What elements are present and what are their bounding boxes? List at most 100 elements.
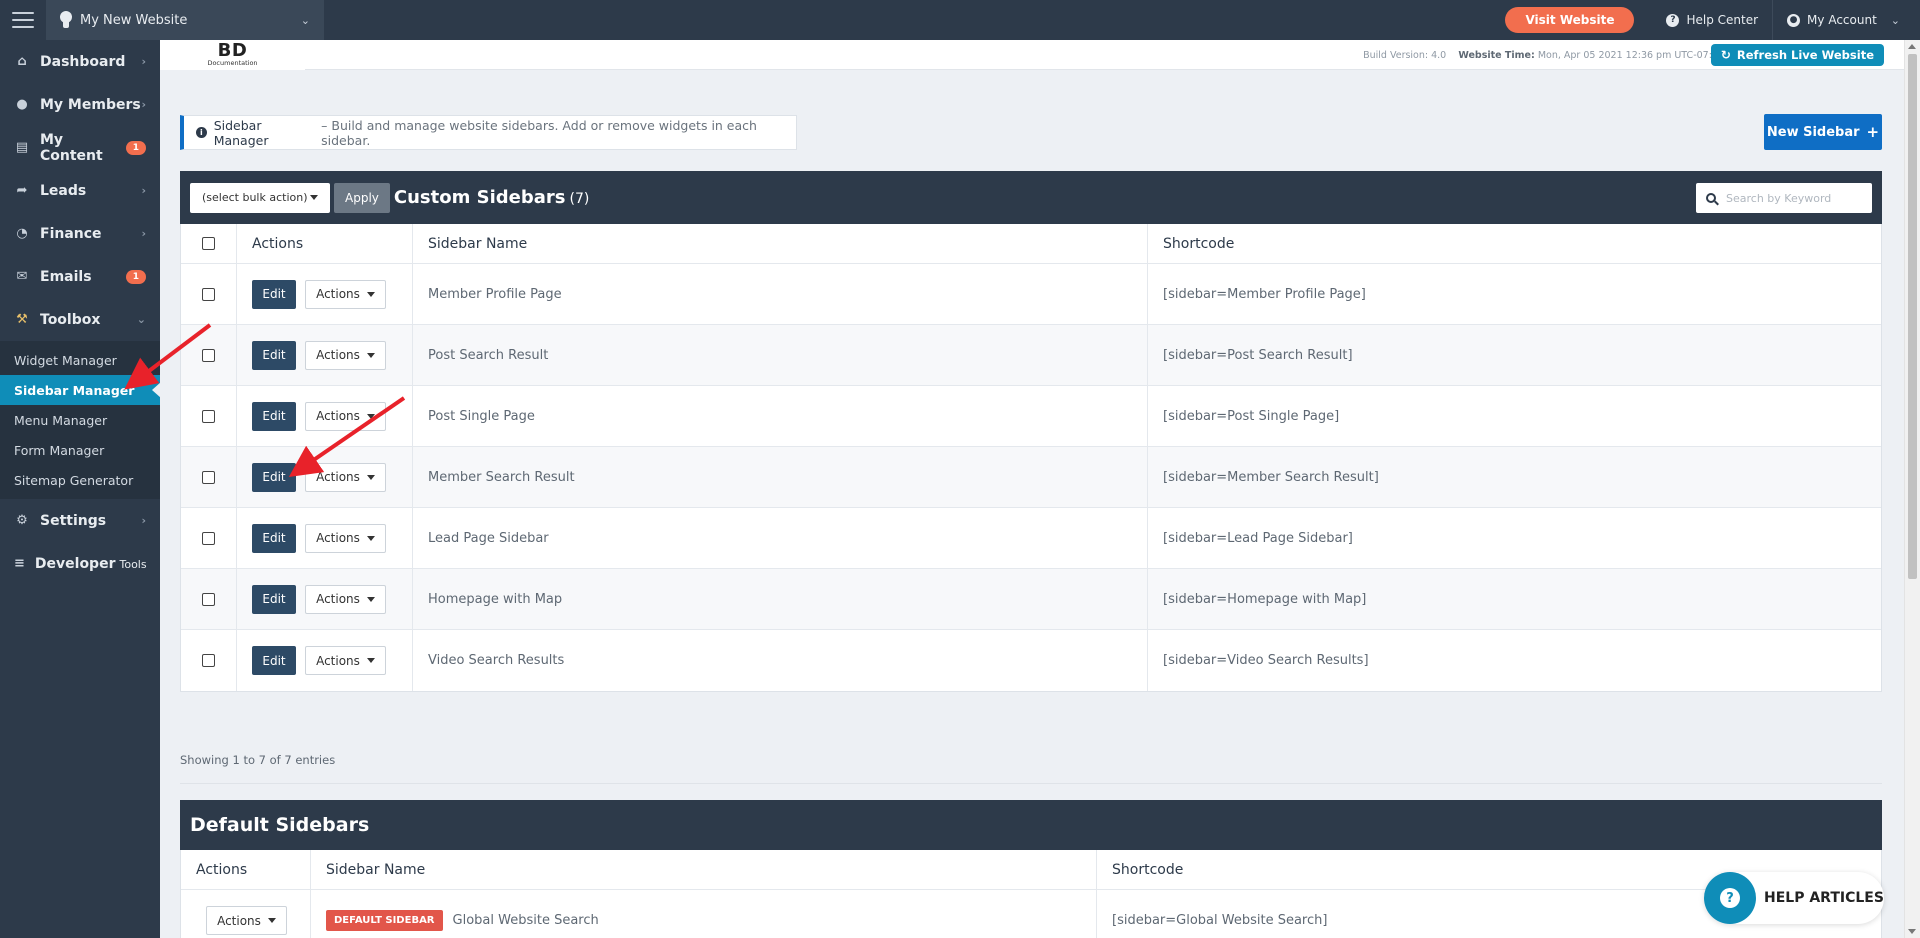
page-description: – Build and manage website sidebars. Add…	[321, 117, 757, 148]
row-checkbox[interactable]	[202, 654, 215, 667]
chevron-right-icon: ›	[141, 227, 146, 240]
nav-label: Settings	[40, 512, 107, 529]
sidebar-name: Lead Page Sidebar	[413, 508, 1148, 568]
home-icon: ⌂	[17, 54, 27, 69]
nav-label: Finance	[40, 225, 102, 242]
sub-item-sitemap-generator[interactable]: Sitemap Generator	[0, 465, 160, 495]
edit-button[interactable]: Edit	[252, 279, 296, 309]
menu-toggle-button[interactable]	[0, 0, 46, 40]
actions-dropdown-button[interactable]: Actions	[305, 340, 386, 370]
build-info: Build Version: 4.0 Website Time: Mon, Ap…	[1363, 50, 1724, 61]
folder-icon: ▤	[15, 140, 29, 155]
nav-settings[interactable]: ⚙ Settings ›	[0, 499, 160, 542]
column-header-sidebar-name[interactable]: Sidebar Name	[413, 224, 1148, 263]
actions-label: Actions	[316, 409, 360, 423]
actions-dropdown-button[interactable]: Actions	[206, 906, 287, 935]
page-title: Sidebar Manager	[213, 117, 269, 148]
nav-leads[interactable]: ➦ Leads ›	[0, 169, 160, 212]
sidebar-name: Global Website Search	[452, 913, 599, 928]
actions-dropdown-button[interactable]: Actions	[305, 279, 386, 309]
row-checkbox[interactable]	[202, 348, 215, 362]
panel-title-text: Custom Sidebars	[393, 187, 566, 208]
row-checkbox[interactable]	[202, 409, 215, 423]
nav-dashboard[interactable]: ⌂ Dashboard ›	[0, 40, 160, 83]
actions-label: Actions	[316, 531, 360, 545]
sub-item-form-manager[interactable]: Form Manager	[0, 435, 160, 465]
scroll-down-arrow-icon[interactable]	[1908, 929, 1916, 934]
nav-finance[interactable]: ◔ Finance ›	[0, 212, 160, 255]
row-checkbox[interactable]	[202, 470, 215, 484]
notification-badge: 1	[125, 269, 146, 284]
my-account-label: My Account	[1807, 13, 1877, 27]
bulk-action-value: (select bulk action)	[202, 191, 308, 204]
edit-button[interactable]: Edit	[252, 646, 296, 675]
visit-website-button[interactable]: Visit Website	[1505, 7, 1635, 33]
column-header-actions: Actions	[237, 224, 413, 263]
nav-my-content[interactable]: ▤ My Content 1	[0, 126, 160, 169]
bulk-action-select[interactable]: (select bulk action)	[190, 182, 330, 213]
search-input[interactable]	[1726, 191, 1866, 205]
actions-dropdown-button[interactable]: Actions	[305, 401, 386, 431]
apply-button[interactable]: Apply	[334, 182, 390, 213]
custom-sidebars-title: Custom Sidebars (7)	[394, 187, 589, 208]
sub-item-sidebar-manager[interactable]: Sidebar Manager	[0, 375, 161, 405]
nav-toolbox[interactable]: ⚒ Toolbox ⌄	[0, 298, 160, 341]
nav-developer-tools[interactable]: ≡ Developer Tools	[0, 542, 160, 585]
logo-subtext: Documentation	[207, 58, 258, 67]
caret-down-icon	[267, 918, 276, 923]
nav-emails[interactable]: ✉ Emails 1	[0, 255, 160, 298]
lightbulb-icon	[60, 11, 72, 29]
actions-dropdown-button[interactable]: Actions	[305, 646, 386, 675]
info-icon: i	[196, 127, 207, 138]
edit-button[interactable]: Edit	[252, 401, 296, 431]
scroll-thumb[interactable]	[1908, 54, 1917, 579]
scroll-up-arrow-icon[interactable]	[1908, 44, 1916, 49]
actions-dropdown-button[interactable]: Actions	[305, 462, 386, 492]
refresh-live-website-button[interactable]: ↻ Refresh Live Website	[1710, 44, 1884, 66]
default-sidebars-header: Default Sidebars	[180, 800, 1882, 850]
table-row: Edit Actions Post Single Page [sidebar=Po…	[181, 386, 1881, 447]
help-center-link[interactable]: ? Help Center	[1652, 0, 1772, 40]
help-articles-button[interactable]: ? HELP ARTICLES	[1704, 872, 1884, 924]
new-sidebar-button[interactable]: New Sidebar +	[1764, 114, 1882, 150]
actions-label: Actions	[316, 287, 360, 301]
left-sidebar: ⌂ Dashboard › ● My Members › ▤ My Conten…	[0, 40, 161, 938]
sidebar-count: (7)	[569, 191, 590, 207]
sub-item-widget-manager[interactable]: Widget Manager	[0, 345, 160, 375]
nav-label-small: Tools	[119, 557, 147, 571]
row-checkbox[interactable]	[202, 531, 215, 545]
actions-dropdown-button[interactable]: Actions	[305, 584, 386, 614]
brand-logo[interactable]: BD Documentation	[160, 39, 305, 70]
edit-button[interactable]: Edit	[252, 523, 296, 553]
chevron-right-icon: ›	[141, 514, 146, 527]
nav-my-members[interactable]: ● My Members ›	[0, 83, 160, 126]
row-checkbox[interactable]	[202, 592, 215, 606]
column-header-actions: Actions	[181, 850, 311, 889]
my-account-menu[interactable]: ● My Account ⌄	[1772, 0, 1920, 40]
edit-button[interactable]: Edit	[252, 340, 296, 370]
actions-dropdown-button[interactable]: Actions	[305, 523, 386, 553]
question-icon: ?	[1666, 13, 1680, 27]
section-divider	[180, 783, 1882, 784]
row-checkbox[interactable]	[202, 287, 215, 301]
entries-count: Showing 1 to 7 of 7 entries	[180, 753, 336, 767]
column-header-sidebar-name[interactable]: Sidebar Name	[311, 850, 1097, 889]
caret-down-icon	[310, 195, 318, 200]
table-row: Edit Actions Member Search Result [sideba…	[181, 447, 1881, 508]
custom-sidebars-table: Actions Sidebar Name Shortcode Edit Actio…	[180, 224, 1882, 692]
sidebar-name: Homepage with Map	[413, 569, 1148, 629]
refresh-icon: ↻	[1720, 48, 1731, 62]
edit-button[interactable]: Edit	[252, 462, 296, 492]
select-all-checkbox[interactable]	[202, 237, 215, 250]
edit-button[interactable]: Edit	[252, 584, 296, 614]
site-switcher[interactable]: My New Website ⌄	[46, 0, 324, 40]
sub-item-menu-manager[interactable]: Menu Manager	[0, 405, 160, 435]
table-row: Edit Actions Member Profile Page [sidebar…	[181, 264, 1881, 325]
chevron-right-icon: ›	[141, 98, 146, 111]
column-header-shortcode[interactable]: Shortcode	[1148, 224, 1881, 263]
sliders-icon: ≡	[14, 556, 25, 571]
table-row: Actions DEFAULT SIDEBAR Global Website Se…	[181, 890, 1881, 938]
plus-icon: +	[1866, 123, 1880, 141]
help-circle: ?	[1704, 872, 1756, 924]
page-scrollbar[interactable]	[1904, 40, 1920, 938]
